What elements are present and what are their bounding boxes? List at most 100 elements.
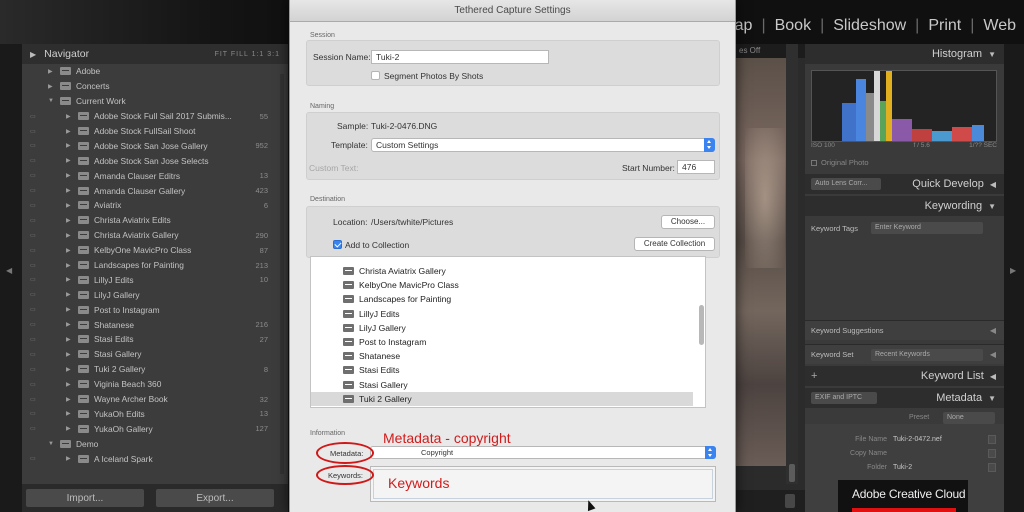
folder-row[interactable]: ▭ ▶ Stasi Edits 27	[22, 332, 288, 347]
folder-row[interactable]: ▭ ▶ Shatanese 216	[22, 317, 288, 332]
triangle-right-icon[interactable]: ▶	[66, 262, 71, 269]
triangle-right-icon[interactable]: ▶	[66, 381, 71, 388]
folder-row[interactable]: ▼ Current Work	[22, 94, 288, 109]
folder-row[interactable]: ▭ ▶ Viginia Beach 360	[22, 377, 288, 392]
folder-row[interactable]: ▭ ▶ Landscapes for Painting 213	[22, 258, 288, 273]
photo-scrollbar[interactable]	[786, 44, 798, 484]
triangle-right-icon[interactable]: ▶	[66, 187, 71, 194]
original-photo-toggle[interactable]: Original Photo	[811, 158, 869, 167]
create-collection-button[interactable]: Create Collection	[634, 237, 715, 251]
keyword-set-select[interactable]: Recent Keywords	[871, 349, 983, 361]
triangle-right-icon[interactable]: ▶	[66, 128, 71, 135]
start-number-input[interactable]: 476	[677, 160, 715, 174]
preset-select[interactable]: None	[943, 412, 995, 424]
folder-row[interactable]: ▭ ▶ Stasi Gallery	[22, 347, 288, 362]
folder-row[interactable]: ▭ ▶ YukaOh Gallery 127	[22, 421, 288, 436]
metadata-view-select[interactable]: EXIF and IPTC	[811, 392, 877, 404]
triangle-right-icon[interactable]: ▶	[66, 366, 71, 373]
triangle-right-icon[interactable]: ▶	[66, 321, 71, 328]
scrollbar-thumb[interactable]	[789, 464, 795, 482]
import-button[interactable]: Import...	[26, 489, 144, 507]
navigator-header[interactable]: ▶ Navigator FIT FILL 1:1 3:1	[22, 44, 288, 64]
collection-list-item[interactable]: Stasi Edits	[311, 363, 693, 377]
histogram-header[interactable]: Histogram ▼	[805, 44, 1004, 64]
right-panel-toggle[interactable]: ▶	[1004, 44, 1024, 512]
toolbar-toggle-icon[interactable]	[785, 494, 795, 508]
keywording-header[interactable]: Keywording ▼	[805, 196, 1004, 216]
keyword-tags-box[interactable]	[811, 240, 997, 320]
file-name-value[interactable]: Tuki-2-0472.nef	[893, 436, 942, 443]
triangle-right-icon[interactable]: ▶	[66, 247, 71, 254]
field-action-icon[interactable]	[988, 435, 996, 444]
triangle-right-icon[interactable]: ▶	[66, 202, 71, 209]
module-slideshow[interactable]: Slideshow	[833, 17, 906, 35]
export-button[interactable]: Export...	[156, 489, 274, 507]
folder-row[interactable]: ▭ ▶ YukaOh Edits 13	[22, 406, 288, 421]
session-name-input[interactable]: Tuki-2	[371, 50, 549, 64]
triangle-right-icon[interactable]: ▶	[66, 157, 71, 164]
collection-list-item[interactable]: Post to Instagram	[311, 335, 693, 349]
folder-row[interactable]: ▶ Concerts	[22, 79, 288, 94]
triangle-right-icon[interactable]: ▶	[66, 425, 71, 432]
collection-list-item[interactable]: LillyJ Edits	[311, 307, 693, 321]
triangle-right-icon[interactable]: ▶	[66, 351, 71, 358]
field-action-icon[interactable]	[988, 449, 996, 458]
triangle-down-icon[interactable]: ▼	[48, 98, 54, 104]
triangle-right-icon[interactable]: ▶	[66, 336, 71, 343]
template-select[interactable]: Custom Settings	[371, 138, 715, 152]
choose-button[interactable]: Choose...	[661, 215, 715, 229]
folder-row[interactable]: ▭ ▶ Christa Aviatrix Gallery 290	[22, 228, 288, 243]
folder-row[interactable]: ▭ ▶ Tuki 2 Gallery 8	[22, 362, 288, 377]
folder-row[interactable]: ▭ ▶ Adobe Stock Full Sail 2017 Submis... 55	[22, 109, 288, 124]
folder-row[interactable]: ▶ Adobe	[22, 64, 288, 79]
folder-row[interactable]: ▭ ▶ Amanda Clauser Editrs 13	[22, 168, 288, 183]
triangle-right-icon[interactable]: ▶	[66, 232, 71, 239]
folder-row[interactable]: ▼ Demo	[22, 436, 288, 451]
folder-row[interactable]: ▭ ▶ Post to Instagram	[22, 302, 288, 317]
triangle-right-icon[interactable]: ▶	[66, 276, 71, 283]
left-panel-toggle[interactable]: ◀	[0, 44, 22, 512]
navigator-zoom-options[interactable]: FIT FILL 1:1 3:1	[215, 51, 280, 58]
folder-value[interactable]: Tuki-2	[893, 464, 912, 471]
collection-list-item[interactable]: Landscapes for Painting	[311, 292, 693, 306]
module-print[interactable]: Print	[928, 17, 961, 35]
folder-row[interactable]: ▭ ▶ Wayne Archer Book 32	[22, 392, 288, 407]
triangle-right-icon[interactable]: ▶	[48, 83, 53, 90]
triangle-right-icon[interactable]: ▶	[66, 172, 71, 179]
collection-list-item[interactable]: Stasi Gallery	[311, 378, 693, 392]
left-panel-scrollbar[interactable]	[280, 74, 284, 474]
add-keyword-icon[interactable]: +	[811, 370, 817, 382]
field-action-icon[interactable]	[988, 463, 996, 472]
segment-photos-checkbox[interactable]	[371, 71, 380, 80]
collection-list-item[interactable]: Tuki 2 Gallery	[311, 391, 693, 406]
collection-list-item[interactable]: LilyJ Gallery	[311, 321, 693, 335]
folder-row[interactable]: ▭ ▶ KelbyOne MavicPro Class 87	[22, 243, 288, 258]
triangle-right-icon[interactable]: ▶	[66, 306, 71, 313]
triangle-right-icon[interactable]: ▶	[66, 291, 71, 298]
folder-row[interactable]: ▭ ▶ LillyJ Edits 10	[22, 272, 288, 287]
triangle-right-icon[interactable]: ▶	[66, 142, 71, 149]
triangle-right-icon[interactable]: ▶	[48, 68, 53, 75]
module-book[interactable]: Book	[775, 17, 811, 35]
collection-list-scrollbar[interactable]	[699, 305, 704, 345]
triangle-right-icon[interactable]: ▶	[66, 455, 71, 462]
folder-row[interactable]: ▭ ▶ A Iceland Spark	[22, 451, 288, 466]
keyword-tags-select[interactable]: Enter Keyword	[871, 222, 983, 234]
keyword-list-header[interactable]: + Keyword List ◀	[805, 366, 1004, 386]
triangle-right-icon[interactable]: ▶	[66, 113, 71, 120]
triangle-right-icon[interactable]: ▶	[66, 217, 71, 224]
triangle-right-icon[interactable]: ▶	[66, 410, 71, 417]
folder-row[interactable]: ▭ ▶ Amanda Clauser Gallery 423	[22, 183, 288, 198]
collection-list-item[interactable]: Shatanese	[311, 349, 693, 363]
folder-row[interactable]: ▭ ▶ Aviatrix 6	[22, 198, 288, 213]
metadata-preset-select[interactable]: Copyright	[370, 446, 716, 459]
triangle-right-icon[interactable]: ▶	[66, 396, 71, 403]
folder-row[interactable]: ▭ ▶ Christa Aviatrix Edits	[22, 213, 288, 228]
folder-row[interactable]: ▭ ▶ Adobe Stock San Jose Selects	[22, 153, 288, 168]
collection-list-item[interactable]: Christa Aviatrix Gallery	[311, 264, 693, 278]
triangle-down-icon[interactable]: ▼	[48, 441, 54, 447]
module-web[interactable]: Web	[983, 17, 1016, 35]
collection-list-item[interactable]: KelbyOne MavicPro Class	[311, 278, 693, 292]
add-to-collection-checkbox[interactable]	[333, 240, 342, 249]
folder-row[interactable]: ▭ ▶ Adobe Stock FullSail Shoot	[22, 124, 288, 139]
